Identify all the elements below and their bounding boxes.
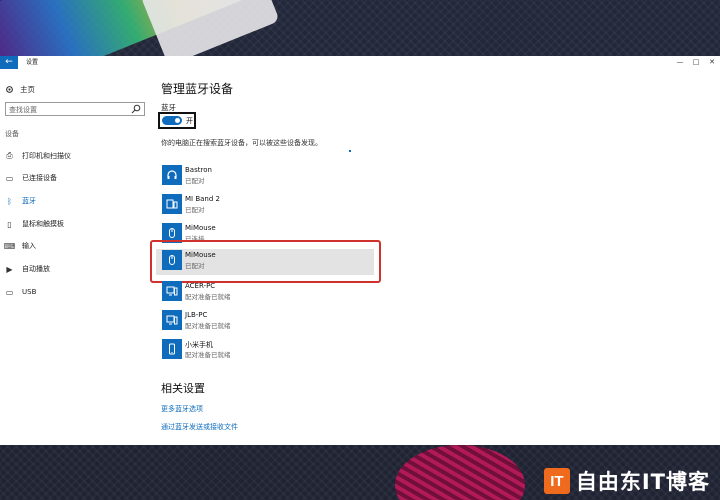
sidebar-item-label: 自动播放 bbox=[22, 265, 50, 273]
gear-icon bbox=[6, 86, 13, 93]
bluetooth-icon: ᛒ bbox=[7, 196, 12, 206]
sidebar-item-label: 打印机和扫描仪 bbox=[22, 152, 71, 160]
device-name: JLB-PC bbox=[185, 311, 208, 319]
title-bar: ← 设置 — □ ✕ bbox=[0, 56, 720, 69]
sidebar-item-label: 已连接设备 bbox=[22, 174, 57, 182]
sidebar-item-bluetooth[interactable]: ᛒ 蓝牙 bbox=[5, 194, 36, 208]
background-photo-top bbox=[0, 0, 720, 56]
device-item[interactable]: ACER-PC 配对准备已就绪 bbox=[160, 280, 375, 306]
phone-icon bbox=[162, 339, 182, 359]
printer-icon: ⎙ bbox=[6, 151, 13, 160]
device-status: 配对准备已就绪 bbox=[185, 351, 231, 359]
usb-icon: ▭ bbox=[5, 287, 14, 297]
device-item[interactable]: JLB-PC 配对准备已就绪 bbox=[160, 309, 375, 335]
sidebar-item-label: USB bbox=[22, 288, 37, 296]
watermark-logo: IT bbox=[543, 468, 570, 494]
sidebar-home[interactable]: 主页 bbox=[5, 84, 35, 95]
keyboard-icon: ⌨ bbox=[3, 241, 16, 251]
watermark-text: 自由东IT博客 bbox=[575, 470, 710, 494]
section-label: 设备 bbox=[5, 130, 19, 138]
device-name: MI Band 2 bbox=[185, 195, 220, 203]
connected-devices-icon: ▭ bbox=[5, 173, 14, 183]
home-label: 主页 bbox=[20, 85, 35, 94]
device-name: MiMouse bbox=[185, 224, 216, 232]
toggle-switch[interactable] bbox=[162, 116, 182, 125]
window-controls: — □ ✕ bbox=[672, 56, 720, 69]
bluetooth-toggle[interactable]: 开 bbox=[158, 112, 196, 129]
more-bluetooth-options-link[interactable]: 更多蓝牙选项 bbox=[161, 404, 203, 414]
computer-icon bbox=[162, 310, 182, 330]
ball-image bbox=[395, 445, 525, 500]
device-name: Bastron bbox=[185, 166, 212, 174]
device-status: 配对准备已就绪 bbox=[185, 322, 231, 330]
minimize-button[interactable]: — bbox=[672, 56, 688, 69]
page-title: 管理蓝牙设备 bbox=[161, 82, 234, 96]
progress-dot bbox=[349, 150, 351, 152]
search-placeholder: 查找设置 bbox=[9, 106, 37, 114]
sidebar-item-connected-devices[interactable]: ▭ 已连接设备 bbox=[5, 171, 57, 185]
headphones-icon bbox=[162, 165, 182, 185]
device-status: 已配对 bbox=[185, 177, 205, 185]
device-item[interactable]: Bastron 已配对 bbox=[160, 164, 375, 190]
search-input[interactable]: 查找设置 bbox=[5, 102, 145, 116]
sidebar-item-mouse[interactable]: ▯ 鼠标和触摸板 bbox=[5, 217, 64, 231]
sidebar-item-usb[interactable]: ▭ USB bbox=[5, 285, 37, 299]
back-button[interactable]: ← bbox=[0, 56, 18, 69]
sidebar-item-label: 蓝牙 bbox=[22, 197, 36, 205]
highlight-box bbox=[150, 240, 381, 283]
device-item[interactable]: MI Band 2 已配对 bbox=[160, 193, 375, 219]
maximize-button[interactable]: □ bbox=[688, 56, 704, 69]
sidebar-item-printers[interactable]: ⎙ 打印机和扫描仪 bbox=[5, 149, 71, 163]
device-status: 配对准备已就绪 bbox=[185, 293, 231, 301]
window-title: 设置 bbox=[26, 59, 39, 66]
autoplay-icon: ▶ bbox=[6, 264, 13, 274]
back-arrow-icon: ← bbox=[5, 57, 13, 67]
mouse-icon: ▯ bbox=[7, 219, 12, 229]
watermark: IT 自由东IT博客 bbox=[543, 466, 710, 496]
close-button[interactable]: ✕ bbox=[704, 56, 720, 69]
sidebar-item-autoplay[interactable]: ▶ 自动播放 bbox=[5, 262, 50, 276]
discoverable-message: 你的电脑正在搜索蓝牙设备，可以被这些设备发现。 bbox=[161, 139, 322, 147]
search-icon bbox=[131, 104, 141, 114]
device-item[interactable]: 小米手机 配对准备已就绪 bbox=[160, 338, 375, 364]
computer-icon bbox=[162, 281, 182, 301]
sidebar: 主页 查找设置 设备 ⎙ 打印机和扫描仪 ▭ 已连接设备 ᛒ 蓝牙 ▯ 鼠标和触… bbox=[0, 69, 150, 445]
settings-window: ← 设置 — □ ✕ 主页 查找设置 设备 ⎙ 打印机和扫描仪 ▭ 已连接设备 … bbox=[0, 56, 720, 445]
main-content: 管理蓝牙设备 蓝牙 开 你的电脑正在搜索蓝牙设备，可以被这些设备发现。 Bast… bbox=[150, 69, 700, 445]
sidebar-item-label: 鼠标和触摸板 bbox=[22, 220, 64, 228]
device-name: ACER-PC bbox=[185, 282, 216, 290]
sidebar-item-label: 输入 bbox=[22, 242, 36, 250]
keyboard-frame-image bbox=[140, 0, 280, 56]
related-settings-title: 相关设置 bbox=[161, 382, 205, 395]
device-icon bbox=[162, 194, 182, 214]
sidebar-item-typing[interactable]: ⌨ 输入 bbox=[3, 239, 36, 253]
send-receive-files-link[interactable]: 通过蓝牙发送或接收文件 bbox=[161, 422, 238, 432]
toggle-state-label: 开 bbox=[186, 116, 193, 125]
device-status: 已配对 bbox=[185, 206, 205, 214]
